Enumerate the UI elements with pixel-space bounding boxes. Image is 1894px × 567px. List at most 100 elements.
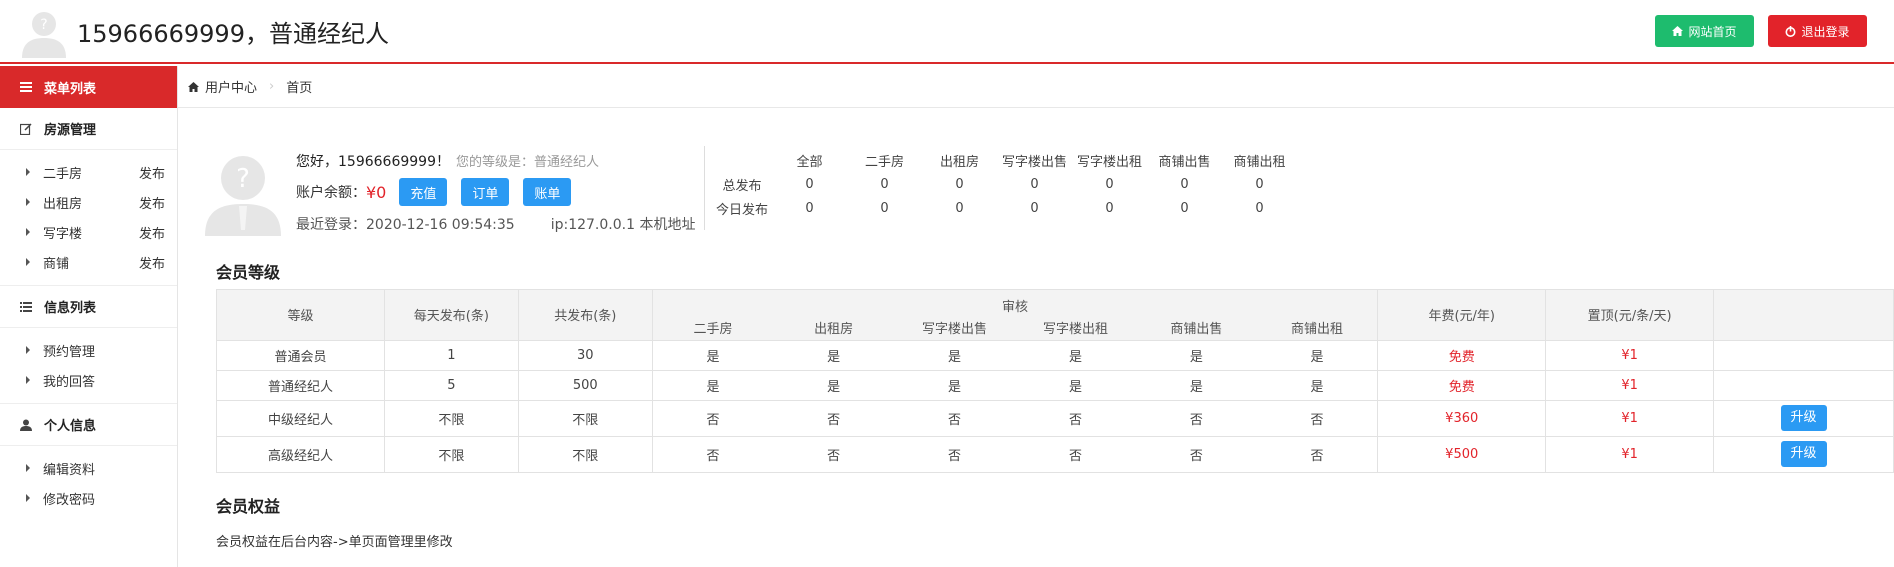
audit-cell: 否 — [1135, 399, 1257, 437]
user-avatar-icon: ? — [22, 12, 66, 58]
level-name: 高级经纪人 — [216, 435, 385, 473]
sidebar-item-label: 出租房 — [43, 196, 83, 212]
sidebar-item-chuzufang[interactable]: 出租房 发布 — [0, 187, 177, 217]
sidebar-item-ershoufang[interactable]: 二手房 发布 — [0, 157, 177, 187]
sidebar-item-appointments[interactable]: 预约管理 — [0, 335, 177, 365]
breadcrumb-current: 首页 — [286, 81, 313, 96]
sidebar-item-edit-profile[interactable]: 编辑资料 — [0, 453, 177, 483]
stats-cell: 0 — [1030, 200, 1039, 216]
sidebar-item-label: 修改密码 — [43, 492, 96, 508]
breadcrumb-separator-icon: › — [269, 79, 275, 94]
sidebar-item-label: 写字楼 — [43, 226, 83, 242]
daily-cell: 不限 — [383, 435, 519, 473]
caret-right-icon — [26, 346, 30, 354]
audit-cell: 否 — [894, 435, 1015, 473]
publish-link[interactable]: 发布 — [139, 223, 165, 242]
member-levels-title: 会员等级 — [216, 263, 281, 282]
stats-cell: 0 — [1180, 200, 1189, 216]
table-row: 高级经纪人 不限 不限 否 否 否 否 否 否 ¥500 ¥1 升级 — [216, 435, 1894, 473]
col-header-audit-sub: 出租房 — [773, 315, 895, 341]
sidebar-item-office[interactable]: 写字楼 发布 — [0, 217, 177, 247]
website-home-label: 网站首页 — [1688, 24, 1737, 39]
member-rights-note: 会员权益在后台内容->单页面管理里修改 — [216, 535, 453, 550]
audit-cell: 否 — [1015, 435, 1136, 473]
audit-cell: 否 — [1135, 435, 1257, 473]
menu-list-title: 菜单列表 — [44, 81, 97, 97]
caret-right-icon — [26, 258, 30, 266]
total-cell: 30 — [517, 339, 653, 371]
upgrade-button[interactable]: 升级 — [1780, 405, 1827, 431]
total-cell: 不限 — [517, 435, 653, 473]
stats-cell: 0 — [1255, 200, 1264, 216]
total-cell: 500 — [517, 369, 653, 401]
sidebar-item-shop[interactable]: 商铺 发布 — [0, 247, 177, 277]
stats-cell: 0 — [880, 176, 889, 192]
user-level-text: 您的等级是：普通经纪人 — [455, 155, 599, 170]
breadcrumb-root[interactable]: 用户中心 — [205, 77, 257, 96]
audit-cell: 是 — [1015, 339, 1136, 371]
logout-button[interactable]: 退出登录 — [1768, 15, 1867, 47]
orders-button[interactable]: 订单 — [461, 178, 510, 206]
stats-cell: 0 — [1105, 200, 1114, 216]
stats-row-total: 总发布 0 0 0 0 0 0 0 — [712, 172, 1297, 196]
top-fee-cell: ¥1 — [1545, 339, 1715, 371]
home-icon — [188, 81, 199, 92]
audit-cell: 是 — [1135, 369, 1257, 401]
top-fee-cell: ¥1 — [1545, 435, 1715, 473]
col-header-action — [1713, 289, 1894, 341]
sidebar-item-label: 二手房 — [43, 166, 83, 182]
col-header-daily: 每天发布(条) — [383, 289, 519, 341]
col-header-top-fee: 置顶(元/条/天) — [1545, 289, 1715, 341]
sidebar-group-label: 房源管理 — [44, 123, 97, 138]
audit-cell: 是 — [651, 339, 774, 371]
sidebar-item-my-answers[interactable]: 我的回答 — [0, 365, 177, 395]
total-cell: 不限 — [517, 399, 653, 437]
audit-cell: 是 — [773, 369, 895, 401]
sidebar-group-personal[interactable]: 个人信息 — [0, 404, 177, 446]
website-home-button[interactable]: 网站首页 — [1655, 15, 1754, 47]
user-icon — [20, 419, 32, 431]
sidebar-group-info[interactable]: 信息列表 — [0, 286, 177, 328]
power-icon — [1785, 25, 1796, 37]
balance-value: ¥0 — [366, 182, 387, 202]
member-rights-title: 会员权益 — [216, 497, 281, 516]
col-header-audit-sub: 写字楼出租 — [1015, 315, 1136, 341]
sidebar-group-items: 二手房 发布 出租房 发布 写字楼 发布 商铺 发布 — [0, 150, 177, 286]
svg-text:?: ? — [40, 17, 47, 33]
publish-link[interactable]: 发布 — [139, 163, 165, 182]
col-header-level: 等级 — [216, 289, 385, 341]
annual-fee-cell: ¥360 — [1377, 399, 1547, 437]
audit-cell: 否 — [651, 435, 774, 473]
home-icon — [1672, 26, 1684, 36]
login-ip-text: ip:127.0.0.1 本机地址 — [550, 217, 696, 233]
table-row: 普通会员 1 30 是 是 是 是 是 是 免费 ¥1 — [216, 339, 1894, 371]
breadcrumb: 用户中心 › 首页 — [178, 66, 1894, 108]
stats-cell: 0 — [880, 200, 889, 216]
audit-cell: 是 — [1015, 369, 1136, 401]
col-header-total: 共发布(条) — [517, 289, 653, 341]
audit-cell: 是 — [651, 369, 774, 401]
stats-col-header: 二手房 — [864, 154, 904, 170]
sidebar: 菜单列表 房源管理 二手房 发布 出租房 发布 写字楼 发布 商铺 发布 信息列表 预约… — [0, 66, 178, 567]
caret-right-icon — [26, 494, 30, 502]
page-title: 15966669999，普通经纪人 — [77, 20, 389, 48]
audit-cell: 否 — [1015, 399, 1136, 437]
caret-right-icon — [26, 198, 30, 206]
list-icon — [20, 82, 32, 92]
audit-cell: 是 — [773, 339, 895, 371]
sidebar-item-change-password[interactable]: 修改密码 — [0, 483, 177, 513]
annual-fee-cell: 免费 — [1377, 339, 1547, 371]
audit-cell: 否 — [1256, 399, 1379, 437]
stats-cell: 0 — [1180, 176, 1189, 192]
publish-link[interactable]: 发布 — [139, 253, 165, 272]
sidebar-group-property[interactable]: 房源管理 — [0, 108, 177, 150]
publish-link[interactable]: 发布 — [139, 193, 165, 212]
menu-list-header[interactable]: 菜单列表 — [0, 66, 177, 108]
bill-button[interactable]: 账单 — [523, 178, 572, 206]
top-header: ? 15966669999，普通经纪人 网站首页 退出登录 — [0, 0, 1894, 64]
audit-cell: 否 — [651, 399, 774, 437]
greeting-text: 您好，15966669999！ — [296, 154, 450, 170]
sidebar-group-label: 个人信息 — [44, 419, 97, 434]
upgrade-button[interactable]: 升级 — [1780, 441, 1827, 467]
recharge-button[interactable]: 充值 — [399, 178, 448, 206]
